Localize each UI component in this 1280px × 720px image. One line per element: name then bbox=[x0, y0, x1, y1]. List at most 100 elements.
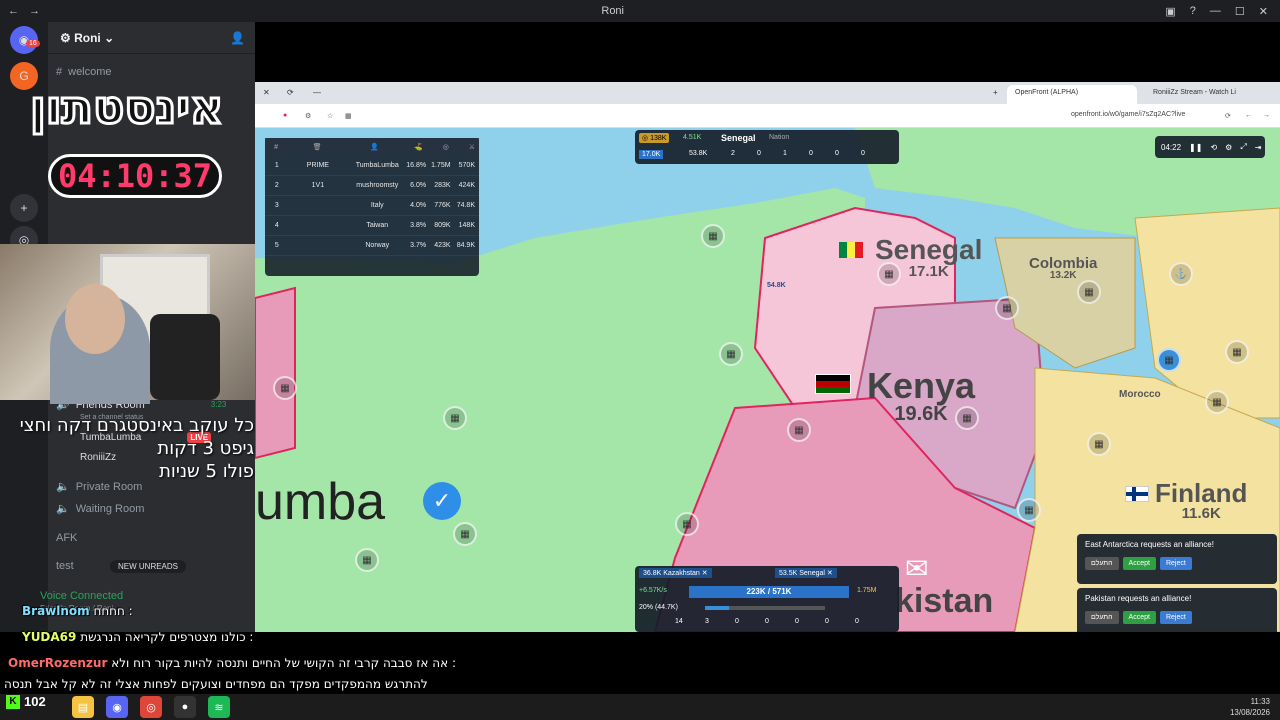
chat-text: חחחח : bbox=[93, 604, 133, 618]
city-icon[interactable]: ▦ bbox=[355, 548, 379, 572]
puzzle-icon[interactable]: ▦ bbox=[345, 112, 352, 120]
note-line: כל עוקב באינסטגרם דקה וחצי bbox=[19, 415, 254, 436]
city-icon[interactable]: ▦ bbox=[675, 512, 699, 536]
lb-troops: 148K bbox=[458, 222, 475, 229]
anchor-icon[interactable]: ⚓ bbox=[1169, 262, 1193, 286]
leaderboard-row[interactable]: 2 1V1 mushroomsty 6.0% 283K 424K bbox=[265, 176, 479, 196]
new-tab-icon[interactable]: + bbox=[993, 88, 998, 97]
minimize-icon[interactable]: — bbox=[1210, 5, 1221, 18]
city-icon[interactable]: ▦ bbox=[701, 224, 725, 248]
star-icon[interactable]: ☆ bbox=[327, 112, 333, 120]
game-map[interactable]: Senegal 17.1K Colombia 13.2K Kenya 19.6K… bbox=[255, 128, 1280, 632]
back-arrow-icon[interactable]: ← bbox=[1245, 112, 1252, 119]
browser-window: ✕ ⟳ — + OpenFront (ALPHA) RoniiiZz Strea… bbox=[255, 82, 1280, 632]
spotify-icon[interactable]: ≋ bbox=[208, 696, 230, 718]
lb-gold: 1.75M bbox=[431, 162, 451, 169]
leaderboard-row[interactable]: 5 Norway 3.7% 423K 84.9K bbox=[265, 236, 479, 256]
city-icon[interactable]: ▦ bbox=[1017, 498, 1041, 522]
maximize-icon[interactable]: ☐ bbox=[1235, 5, 1245, 18]
chat-message: OmerRozenzur אה אז סבבה קרבי זה הקושי של… bbox=[8, 656, 456, 670]
ignore-button[interactable]: התעלם bbox=[1085, 557, 1119, 570]
alliance-buttons: התעלם Accept Reject bbox=[1085, 557, 1269, 570]
city-icon[interactable]: ▦ bbox=[443, 406, 467, 430]
chat-nick: Brawlnom bbox=[22, 604, 90, 618]
city-icon[interactable]: ▦ bbox=[995, 296, 1019, 320]
envelope-icon[interactable]: ✉ bbox=[905, 552, 928, 585]
lb-gold: 423K bbox=[434, 242, 451, 249]
back-arrow-icon[interactable]: ← bbox=[8, 5, 19, 17]
inbox-icon[interactable]: ▣ bbox=[1165, 5, 1175, 18]
discord-icon[interactable]: ◉ bbox=[106, 696, 128, 718]
city-icon[interactable]: ▦ bbox=[1087, 432, 1111, 456]
new-unreads-pill[interactable]: NEW UNREADS bbox=[110, 560, 187, 573]
minimize-icon[interactable]: — bbox=[313, 88, 321, 97]
forward-arrow-icon[interactable]: → bbox=[29, 5, 40, 17]
url-text[interactable]: openfront.io/w0/game/i7sZq2AC?live bbox=[1071, 111, 1185, 118]
attack-left[interactable]: 36.8K Kazakhstan ✕ bbox=[639, 568, 712, 578]
nation-type: Nation bbox=[769, 134, 790, 141]
reload-icon[interactable]: ⟳ bbox=[1225, 112, 1231, 120]
attack-right[interactable]: 53.5K Senegal ✕ bbox=[775, 568, 837, 578]
leaderboard-row[interactable]: 3 Italy 4.0% 776K 74.8K bbox=[265, 196, 479, 216]
window-title: Roni bbox=[601, 5, 624, 17]
tab-openfront[interactable]: OpenFront (ALPHA) bbox=[1007, 85, 1137, 104]
window-titlebar: ← → Roni ▣ ? — ☐ ✕ bbox=[0, 0, 1280, 22]
restart-icon[interactable]: ⟲ bbox=[1210, 143, 1217, 152]
chat-overlay: Brawlnom חחחח : YUDA69 כולנו מצטרפים לקר… bbox=[0, 600, 1280, 694]
gold-icon: ◎ bbox=[442, 144, 449, 151]
hash-icon: # bbox=[274, 143, 279, 151]
leaderboard-row[interactable]: 4 Taiwan 3.8% 809K 148K bbox=[265, 216, 479, 236]
forward-arrow-icon[interactable]: → bbox=[1263, 112, 1270, 119]
server-icon-small: ⚙ bbox=[60, 30, 75, 45]
player-gold: 1.75M bbox=[857, 587, 877, 594]
city-icon[interactable]: ▦ bbox=[1225, 340, 1249, 364]
server-name: Roni bbox=[74, 30, 101, 45]
category-test[interactable]: test bbox=[56, 560, 74, 572]
kick-icon: K bbox=[6, 694, 20, 709]
notification-badge: 16 bbox=[26, 40, 40, 47]
troop-rate: +6.57K/s bbox=[639, 587, 667, 594]
stat: 0 bbox=[835, 150, 839, 157]
accept-button[interactable]: Accept bbox=[1122, 557, 1156, 570]
speaker-icon: 🔈 bbox=[56, 503, 70, 515]
tab-stream[interactable]: RoniiiZz Stream - Watch Li bbox=[1145, 85, 1265, 104]
exit-icon[interactable]: ⇥ bbox=[1255, 143, 1262, 152]
pause-icon[interactable]: ❚❚ bbox=[1189, 143, 1202, 152]
city-icon[interactable]: ▦ bbox=[787, 418, 811, 442]
close-icon[interactable]: ✕ bbox=[263, 88, 270, 97]
lb-rank: 4 bbox=[274, 222, 279, 229]
close-icon[interactable]: ✕ bbox=[1259, 5, 1268, 18]
reject-button[interactable]: Reject bbox=[1159, 557, 1192, 570]
leaderboard-row[interactable]: 1 PRIME TumbaLumba 16.8% 1.75M 570K bbox=[265, 156, 479, 176]
city-icon[interactable]: ▦ bbox=[1157, 348, 1181, 372]
extension-icon[interactable]: ⚙ bbox=[305, 112, 311, 120]
city-icon[interactable]: ▦ bbox=[877, 262, 901, 286]
back-arrow-icon[interactable]: ⟳ bbox=[287, 88, 294, 97]
city-icon[interactable]: ▦ bbox=[273, 376, 297, 400]
chrome-icon[interactable]: ◎ bbox=[140, 696, 162, 718]
fullscreen-icon[interactable]: ⤢ bbox=[1240, 142, 1246, 152]
add-friend-icon[interactable]: 👤 bbox=[230, 31, 245, 45]
webcam-head bbox=[65, 284, 125, 354]
label-colombia: Colombia 13.2K bbox=[1029, 256, 1097, 281]
city-icon[interactable]: ▦ bbox=[1205, 390, 1229, 414]
help-icon[interactable]: ? bbox=[1190, 5, 1196, 18]
city-icon[interactable]: ▦ bbox=[1077, 280, 1101, 304]
taskbar: ▤ ◉ ◎ ● ≋ 11:33 13/08/2026 bbox=[0, 694, 1280, 720]
city-icon[interactable]: ▦ bbox=[955, 406, 979, 430]
obs-icon[interactable]: ● bbox=[174, 696, 196, 718]
chat-nick: YUDA69 bbox=[22, 630, 77, 644]
settings-icon[interactable]: ⚙ bbox=[1225, 143, 1232, 152]
city-icon[interactable]: ▦ bbox=[453, 522, 477, 546]
city-icon[interactable]: ▦ bbox=[719, 342, 743, 366]
stop-icon[interactable]: ● bbox=[283, 112, 287, 119]
label-player: umba bbox=[255, 476, 385, 528]
server-header[interactable]: ⚙ Roni ⌄ 👤 bbox=[48, 22, 255, 54]
voice-channel-waiting[interactable]: 🔈 Waiting Room bbox=[56, 502, 144, 516]
stream-rules-note: כל עוקב באינסטגרם דקה וחצי גיפט 3 דקות פ… bbox=[4, 414, 254, 483]
system-tray[interactable]: 11:33 13/08/2026 bbox=[1230, 696, 1270, 718]
lb-rank: 1 bbox=[274, 162, 279, 169]
note-line: פולו 5 שניות bbox=[159, 461, 254, 482]
file-explorer-icon[interactable]: ▤ bbox=[72, 696, 94, 718]
voice-time: 3:23 bbox=[210, 400, 227, 409]
